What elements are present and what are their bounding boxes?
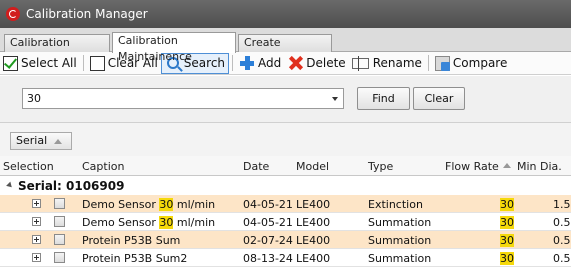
compare-button[interactable]: Compare bbox=[432, 53, 510, 74]
rename-icon bbox=[351, 55, 369, 71]
add-label: Add bbox=[258, 56, 282, 70]
collapse-arrow-icon[interactable] bbox=[6, 181, 14, 190]
clear-button[interactable]: Clear bbox=[413, 87, 465, 110]
row-checkbox[interactable] bbox=[54, 252, 65, 263]
cell-date: 02-07-24 bbox=[243, 234, 293, 247]
column-header-type[interactable]: Type bbox=[368, 160, 393, 173]
window-title: Calibration Manager bbox=[26, 7, 148, 21]
row-checkbox[interactable] bbox=[54, 216, 65, 227]
cell-caption: Demo Sensor 30 ml/min bbox=[82, 198, 216, 211]
select-all-label: Select All bbox=[21, 56, 77, 70]
search-combobox[interactable]: 30 bbox=[22, 88, 344, 109]
cell-type: Summation bbox=[368, 234, 432, 247]
group-chip-serial[interactable]: Serial bbox=[10, 132, 72, 150]
delete-x-icon bbox=[287, 55, 303, 71]
cell-date: 08-13-24 bbox=[243, 252, 293, 265]
tab-strip: Calibration settings Calibration Maintai… bbox=[0, 28, 571, 65]
search-match-highlight: 30 bbox=[159, 198, 174, 211]
expand-icon[interactable] bbox=[32, 199, 41, 208]
column-header-min-dia[interactable]: Min Dia. bbox=[517, 160, 562, 173]
group-chip-label: Serial bbox=[16, 134, 48, 147]
expand-icon[interactable] bbox=[32, 235, 41, 244]
cell-type: Extinction bbox=[368, 198, 423, 211]
cell-flow-rate: 30 bbox=[500, 234, 514, 247]
column-header-date[interactable]: Date bbox=[243, 160, 269, 173]
cell-min-dia: 0.5 bbox=[553, 216, 571, 229]
grid-header: Selection Caption Date Model Type Flow R… bbox=[0, 156, 571, 176]
cell-date: 04-05-21 bbox=[243, 198, 293, 211]
row-checkbox[interactable] bbox=[54, 198, 65, 209]
find-button[interactable]: Find bbox=[357, 87, 410, 110]
cell-model: LE400 bbox=[296, 252, 331, 265]
toolbar: Select All Clear All Search Add Delete R… bbox=[0, 52, 571, 75]
toolbar-separator bbox=[232, 55, 234, 71]
table-row[interactable]: Demo Sensor 30 ml/min 04-05-21 LE400 Ext… bbox=[0, 195, 571, 213]
cell-min-dia: 1.5 bbox=[553, 198, 571, 211]
compare-label: Compare bbox=[452, 56, 508, 70]
checkbox-checked-icon bbox=[3, 55, 18, 71]
cell-caption: Protein P53B Sum2 bbox=[82, 252, 188, 265]
title-bar: Calibration Manager bbox=[0, 0, 571, 28]
cell-type: Summation bbox=[368, 252, 432, 265]
cell-flow-rate: 30 bbox=[500, 198, 514, 211]
column-header-flow-rate[interactable]: Flow Rate bbox=[445, 160, 499, 173]
table-row[interactable]: Demo Sensor 30 ml/min 04-05-21 LE400 Sum… bbox=[0, 213, 571, 231]
toolbar-separator bbox=[427, 55, 429, 71]
column-header-model[interactable]: Model bbox=[296, 160, 329, 173]
expand-icon[interactable] bbox=[32, 217, 41, 226]
filter-bar: 30 Find Clear bbox=[0, 76, 571, 123]
search-match-highlight: 30 bbox=[159, 216, 174, 229]
cell-flow-rate: 30 bbox=[500, 216, 514, 229]
plus-icon bbox=[239, 55, 255, 71]
column-header-caption[interactable]: Caption bbox=[82, 160, 124, 173]
rename-label: Rename bbox=[372, 56, 422, 70]
rename-button[interactable]: Rename bbox=[349, 53, 425, 74]
group-row-label: Serial: 0106909 bbox=[18, 179, 125, 193]
tab-create-calibration[interactable]: Create calibration bbox=[238, 34, 332, 65]
compare-icon bbox=[434, 55, 450, 71]
delete-label: Delete bbox=[306, 56, 346, 70]
cell-min-dia: 0.5 bbox=[553, 252, 571, 265]
app-logo-icon bbox=[6, 7, 20, 21]
search-query-value: 30 bbox=[27, 92, 41, 105]
cell-min-dia: 0.5 bbox=[553, 234, 571, 247]
checkbox-empty-icon bbox=[89, 55, 105, 71]
cell-caption: Demo Sensor 30 ml/min bbox=[82, 216, 216, 229]
sort-ascending-icon bbox=[54, 139, 62, 144]
table-row[interactable]: Protein P53B Sum 02-07-24 LE400 Summatio… bbox=[0, 231, 571, 249]
cell-model: LE400 bbox=[296, 198, 331, 211]
add-button[interactable]: Add bbox=[236, 53, 284, 74]
tab-calibration-settings[interactable]: Calibration settings bbox=[4, 34, 110, 65]
cell-date: 04-05-21 bbox=[243, 216, 293, 229]
table-row[interactable]: Protein P53B Sum2 08-13-24 LE400 Summati… bbox=[0, 249, 571, 267]
delete-button[interactable]: Delete bbox=[284, 53, 348, 74]
select-all-button[interactable]: Select All bbox=[0, 53, 80, 74]
toolbar-separator bbox=[82, 55, 84, 71]
row-checkbox[interactable] bbox=[54, 234, 65, 245]
column-header-selection[interactable]: Selection bbox=[3, 160, 54, 173]
cell-flow-rate: 30 bbox=[500, 252, 514, 265]
sort-ascending-icon bbox=[503, 163, 511, 168]
group-row[interactable]: Serial: 0106909 bbox=[0, 177, 571, 195]
expand-icon[interactable] bbox=[32, 253, 41, 262]
cell-model: LE400 bbox=[296, 234, 331, 247]
group-by-panel: Serial bbox=[0, 123, 571, 156]
cell-caption: Protein P53B Sum bbox=[82, 234, 181, 247]
cell-type: Summation bbox=[368, 216, 432, 229]
dropdown-arrow-icon[interactable] bbox=[332, 97, 338, 101]
cell-model: LE400 bbox=[296, 216, 331, 229]
tab-calibration-maintainence[interactable]: Calibration Maintainence bbox=[112, 32, 236, 63]
